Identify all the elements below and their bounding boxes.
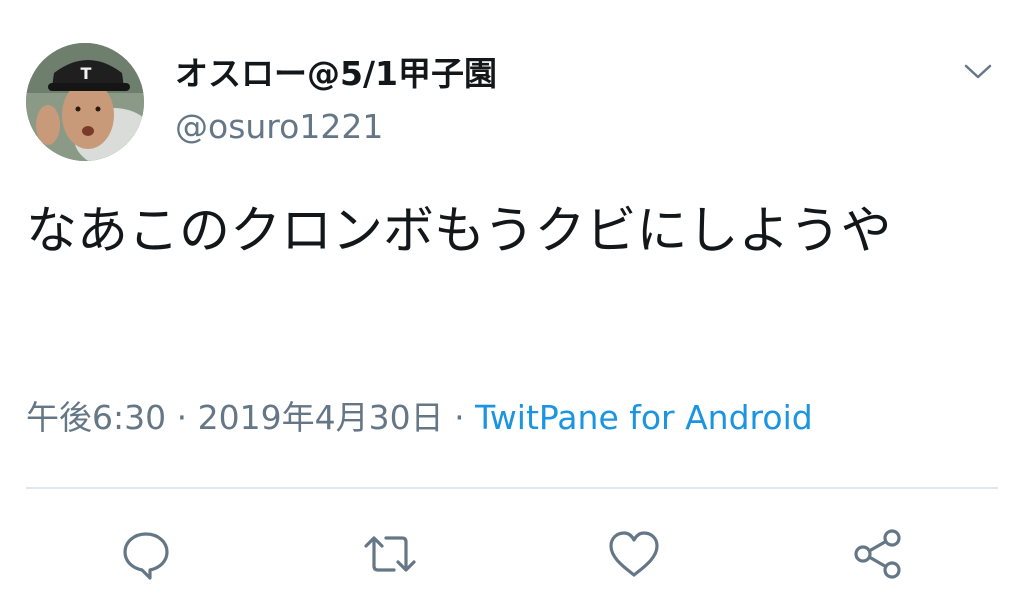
- author-handle[interactable]: @osuro1221: [175, 107, 383, 147]
- user-avatar-image: T: [26, 43, 144, 161]
- like-button[interactable]: [606, 526, 662, 582]
- share-icon: [854, 529, 901, 579]
- heart-icon: [609, 531, 659, 577]
- avatar[interactable]: T: [26, 43, 144, 161]
- retweet-icon: [364, 536, 416, 572]
- tweet-date[interactable]: 2019年4月30日: [198, 398, 444, 437]
- tweet-menu-button[interactable]: [958, 56, 998, 88]
- reply-button[interactable]: [118, 526, 174, 582]
- tweet-time[interactable]: 午後6:30: [26, 398, 166, 437]
- meta-separator: ·: [176, 398, 188, 437]
- tweet-text: なあこのクロンボもうクビにしようや: [26, 202, 892, 261]
- share-button[interactable]: [850, 526, 906, 582]
- tweet-meta: 午後6:30 · 2019年4月30日 · TwitPane for Andro…: [26, 396, 813, 440]
- meta-separator: ·: [454, 398, 465, 437]
- tweet-source-link[interactable]: TwitPane for Android: [475, 398, 813, 437]
- divider: [26, 487, 998, 489]
- reply-icon: [123, 532, 169, 580]
- author-display-name[interactable]: オスロー@5/1甲子園: [175, 52, 497, 96]
- svg-text:T: T: [81, 64, 92, 83]
- retweet-button[interactable]: [362, 526, 418, 582]
- chevron-down-icon: [964, 64, 992, 79]
